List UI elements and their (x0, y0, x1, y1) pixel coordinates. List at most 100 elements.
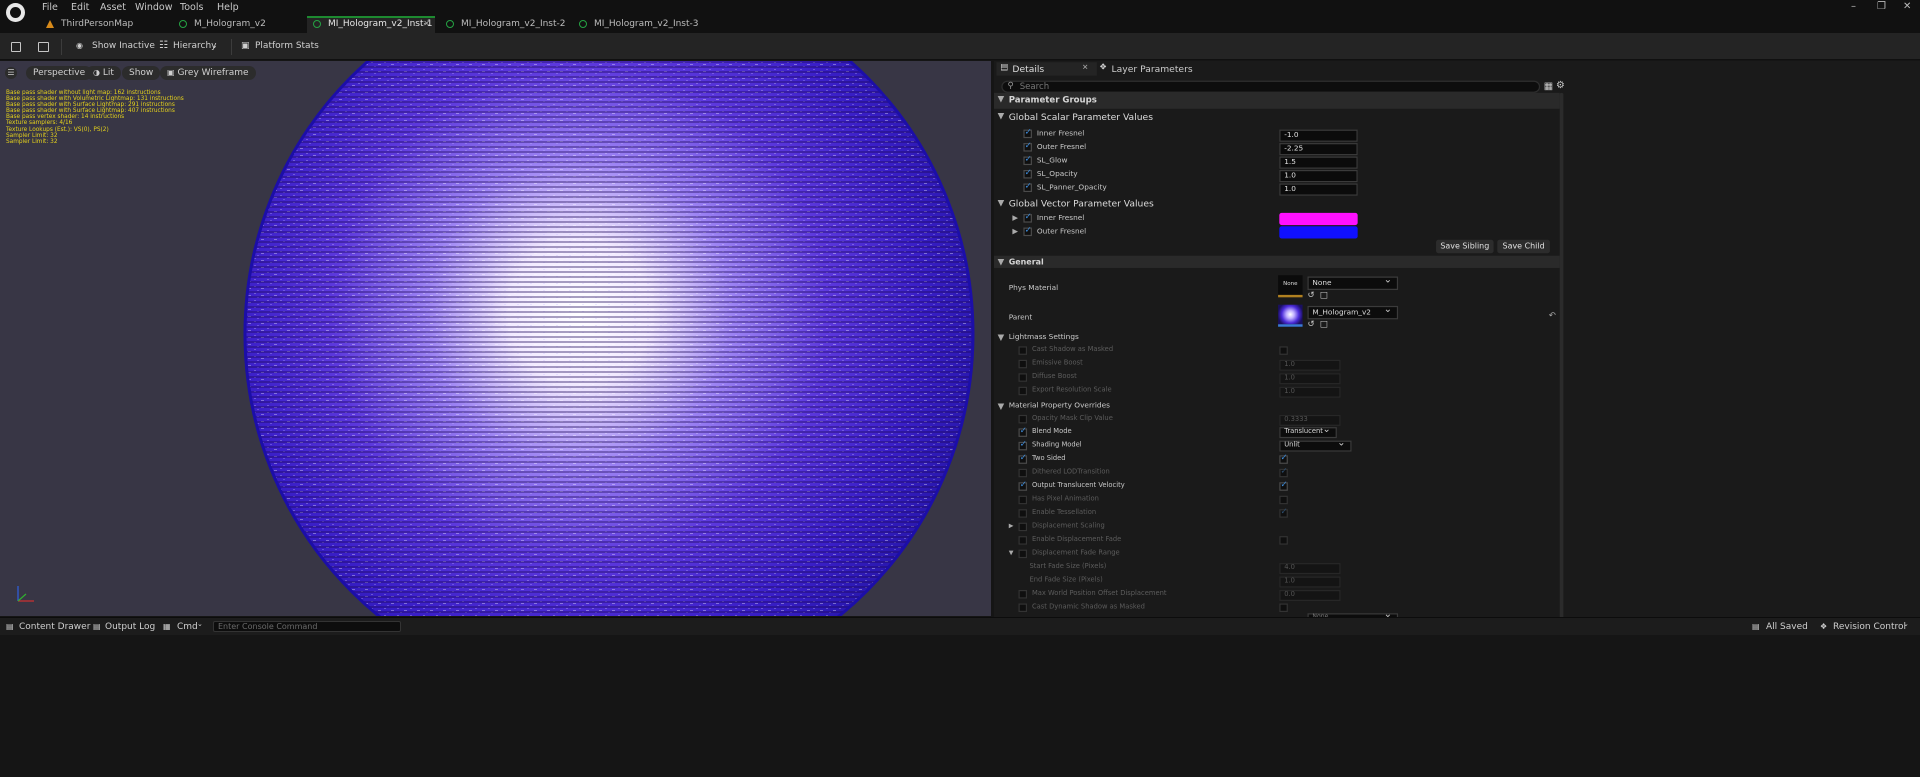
platform-stats-button[interactable]: Platform Stats (255, 41, 319, 51)
show-button[interactable]: Show (122, 66, 161, 80)
has-pixel-animation-checkbox[interactable] (1279, 495, 1288, 505)
close-window-icon[interactable]: ✕ (1903, 1, 1911, 12)
override-checkbox[interactable] (1018, 495, 1028, 505)
perspective-button[interactable]: Perspective (26, 66, 93, 80)
parent-dropdown[interactable]: M_Hologram_v2 (1307, 303, 1399, 320)
revision-control-button[interactable]: Revision Control (1833, 622, 1906, 632)
override-checkbox[interactable] (1018, 439, 1028, 451)
material-preview-viewport[interactable]: ☰ Perspective ◑ Lit Show ▣ Grey Wirefram… (0, 61, 991, 616)
override-checkbox[interactable] (1018, 386, 1028, 396)
override-checkbox[interactable] (1018, 426, 1028, 437)
tab-mi-hologram-inst-3[interactable]: MI_Hologram_v2_Inst-3 (573, 16, 701, 33)
tab-thirdpersonmap[interactable]: ThirdPersonMap (40, 16, 160, 33)
start-fade-input[interactable]: 4.0 (1279, 563, 1341, 575)
unreal-logo-icon[interactable] (6, 3, 25, 22)
menu-asset[interactable]: Asset (100, 2, 126, 13)
mpo-header[interactable]: Material Property Overrides (1009, 401, 1110, 410)
override-checkbox[interactable] (1018, 589, 1028, 599)
override-checkbox[interactable] (1018, 346, 1028, 355)
console-input[interactable]: Enter Console Command (213, 621, 401, 632)
outer-fresnel-color-swatch[interactable] (1279, 226, 1358, 239)
general-header[interactable] (994, 255, 1560, 268)
override-checkbox[interactable] (1018, 549, 1028, 559)
dithered-lod-checkbox[interactable] (1279, 466, 1288, 478)
chevron-right-icon[interactable]: ▶ (1009, 523, 1014, 530)
menu-file[interactable]: File (42, 2, 58, 13)
override-checkbox[interactable] (1018, 536, 1028, 545)
browse-folder-icon[interactable]: □ (1320, 319, 1328, 329)
menu-window[interactable]: Window (135, 2, 172, 13)
save-sibling-button[interactable]: Save Sibling (1436, 239, 1494, 254)
all-saved-status[interactable]: All Saved (1766, 622, 1808, 632)
sl-panner-opacity-input[interactable]: 1.0 (1279, 183, 1358, 196)
restore-icon[interactable]: ❐ (1877, 1, 1886, 12)
phys-material-thumbnail[interactable]: None (1278, 275, 1303, 298)
export-resolution-input[interactable]: 1.0 (1279, 386, 1341, 398)
param-enable-checkbox[interactable] (1023, 212, 1032, 223)
use-selected-icon[interactable]: ↺ (1307, 290, 1314, 300)
close-tab-icon[interactable]: ✕ (1082, 63, 1088, 72)
two-sided-checkbox[interactable] (1279, 453, 1288, 464)
cast-shadow-masked-checkbox[interactable] (1279, 346, 1288, 355)
menu-edit[interactable]: Edit (71, 2, 89, 13)
enable-tessellation-checkbox[interactable] (1279, 507, 1288, 518)
settings-gear-icon[interactable]: ⚙ (1556, 79, 1565, 90)
cmd-dropdown[interactable]: Cmd (177, 622, 198, 632)
show-inactive-button[interactable]: Show Inactive (92, 41, 155, 51)
phys-material-dropdown[interactable]: None (1307, 274, 1399, 290)
override-checkbox[interactable] (1018, 509, 1028, 518)
diffuse-boost-input[interactable]: 1.0 (1279, 373, 1341, 385)
tab-mi-hologram-inst-1[interactable]: MI_Hologram_v2_Inst-1 ✕ (307, 16, 435, 33)
save-child-button[interactable]: Save Child (1497, 239, 1550, 254)
param-enable-checkbox[interactable] (1023, 127, 1032, 139)
output-log-button[interactable]: Output Log (105, 622, 155, 632)
cast-dynamic-shadow-checkbox[interactable] (1279, 603, 1288, 613)
opacity-mask-input[interactable]: 0.3333 (1279, 414, 1341, 426)
lit-button[interactable]: ◑ Lit (86, 66, 121, 80)
chevron-right-icon[interactable]: ▶ (1012, 214, 1018, 223)
enable-displacement-fade-checkbox[interactable] (1279, 536, 1288, 545)
view-options-icon[interactable]: ▦ (1544, 81, 1553, 92)
param-enable-checkbox[interactable] (1023, 168, 1032, 179)
chevron-down-icon[interactable]: ▼ (1009, 550, 1014, 557)
viewport-options-button[interactable]: ☰ (5, 67, 17, 79)
content-drawer-button[interactable]: Content Drawer (19, 622, 90, 632)
override-checkbox[interactable] (1018, 522, 1028, 532)
details-scrollbar[interactable] (1559, 92, 1564, 620)
max-wpo-input[interactable]: 0.0 (1279, 589, 1341, 602)
override-checkbox[interactable] (1018, 359, 1028, 369)
override-checkbox[interactable] (1018, 373, 1028, 382)
close-tab-icon[interactable]: ✕ (423, 19, 430, 28)
override-checkbox[interactable] (1018, 414, 1028, 424)
param-enable-checkbox[interactable] (1023, 141, 1032, 152)
scalar-group-header[interactable]: Global Scalar Parameter Values (1009, 111, 1153, 122)
parent-thumbnail[interactable] (1278, 304, 1303, 327)
browse-asset-icon[interactable] (38, 42, 49, 52)
blend-mode-dropdown[interactable]: Translucent (1279, 425, 1337, 439)
browse-folder-icon[interactable]: □ (1320, 290, 1328, 300)
grey-wireframe-button[interactable]: ▣ Grey Wireframe (160, 66, 256, 80)
shading-model-dropdown[interactable]: Unlit (1279, 438, 1352, 452)
menu-tools[interactable]: Tools (180, 2, 203, 13)
tab-mi-hologram-inst-2[interactable]: MI_Hologram_v2_Inst-2 (440, 16, 568, 33)
tab-details[interactable]: ▤ Details ✕ (996, 62, 1097, 76)
vector-group-header[interactable]: Global Vector Parameter Values (1009, 198, 1154, 209)
minimize-icon[interactable]: – (1851, 1, 1856, 12)
override-checkbox[interactable] (1018, 453, 1028, 464)
save-icon[interactable] (11, 42, 21, 52)
tab-m-hologram[interactable]: M_Hologram_v2 (173, 16, 293, 33)
emissive-boost-input[interactable]: 1.0 (1279, 359, 1341, 371)
end-fade-input[interactable]: 1.0 (1279, 576, 1341, 588)
inner-fresnel-color-swatch[interactable] (1279, 212, 1358, 226)
reset-to-default-icon[interactable]: ↶ (1549, 311, 1556, 321)
search-input[interactable]: ⚲ Search (1001, 80, 1541, 93)
lightmass-header[interactable]: Lightmass Settings (1009, 333, 1079, 342)
override-checkbox[interactable] (1018, 468, 1028, 478)
tab-layer-parameters[interactable]: ❖ Layer Parameters (1099, 62, 1197, 75)
param-enable-checkbox[interactable] (1023, 154, 1032, 166)
param-enable-checkbox[interactable] (1023, 181, 1032, 193)
override-checkbox[interactable] (1018, 603, 1028, 613)
menu-help[interactable]: Help (217, 2, 239, 13)
use-selected-icon[interactable]: ↺ (1307, 319, 1314, 329)
chevron-right-icon[interactable]: ▶ (1012, 228, 1018, 237)
